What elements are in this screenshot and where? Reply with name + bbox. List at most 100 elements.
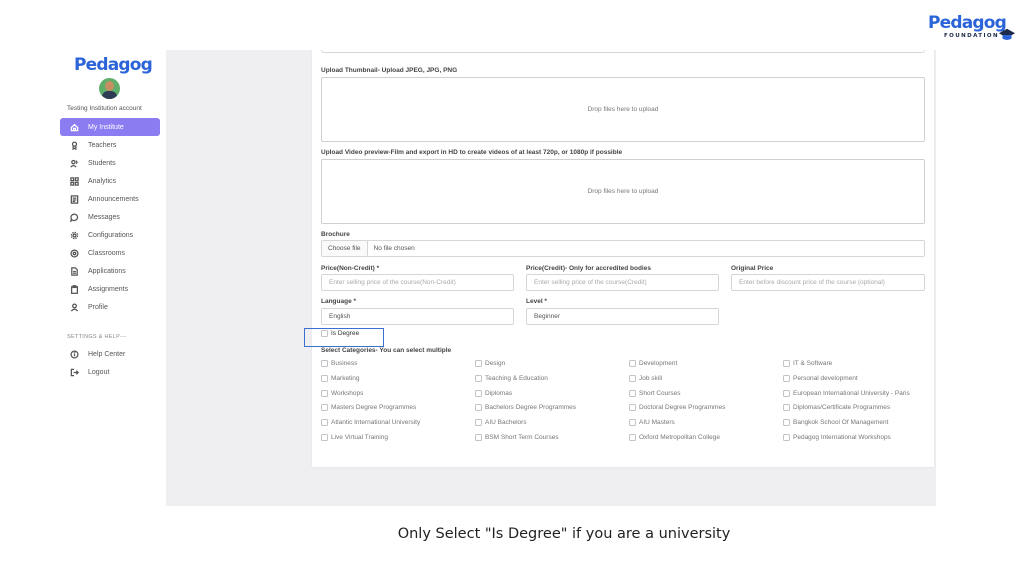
video-dropzone[interactable]: Drop files here to upload: [321, 159, 925, 224]
category-label: Masters Degree Programmes: [331, 404, 417, 412]
original-price-input[interactable]: Enter before discount price of the cours…: [731, 274, 925, 291]
language-label: Language *: [321, 298, 357, 305]
category-option[interactable]: Marketing: [321, 374, 360, 382]
price-credit-input[interactable]: Enter selling price of the course(Credit…: [526, 274, 719, 291]
thumbnail-dropzone[interactable]: Drop files here to upload: [321, 77, 925, 142]
graduation-cap-icon: [998, 28, 1016, 40]
category-option[interactable]: Workshops: [321, 389, 364, 397]
category-checkbox[interactable]: [629, 360, 636, 367]
category-checkbox[interactable]: [321, 434, 328, 441]
brochure-file-input[interactable]: Choose file No file chosen: [321, 240, 925, 257]
category-checkbox[interactable]: [475, 419, 482, 427]
sidebar-item-label: Analytics: [88, 177, 117, 185]
category-option[interactable]: Job skill: [629, 374, 662, 382]
category-checkbox[interactable]: [629, 434, 636, 441]
category-label: Business: [331, 360, 358, 367]
description-textarea[interactable]: [321, 50, 925, 53]
category-label: Doctoral Degree Programmes: [639, 404, 726, 412]
category-option[interactable]: Pedagog International Workshops: [783, 434, 891, 441]
category-checkbox[interactable]: [475, 434, 482, 441]
category-checkbox[interactable]: [783, 419, 790, 427]
category-option[interactable]: Diplomas: [475, 389, 512, 397]
sidebar-item-applications[interactable]: Applications: [60, 262, 160, 280]
category-option[interactable]: Teaching & Education: [475, 374, 548, 382]
sidebar-item-messages[interactable]: Messages: [60, 208, 160, 226]
category-checkbox[interactable]: [629, 404, 636, 412]
category-checkbox[interactable]: [475, 360, 482, 367]
category-option[interactable]: IT & Software: [783, 360, 832, 367]
category-checkbox[interactable]: [321, 389, 328, 397]
sidebar-item-announcements[interactable]: Announcements: [60, 190, 160, 208]
clipboard-icon: [66, 284, 82, 294]
category-checkbox[interactable]: [629, 374, 636, 382]
category-option[interactable]: Personal development: [783, 374, 858, 382]
brand-logo: Pedagog FOUNDATION: [928, 14, 1018, 48]
category-label: AIU Bachelors: [485, 419, 527, 427]
input-placeholder: Enter before discount price of the cours…: [739, 279, 885, 286]
category-checkbox[interactable]: [321, 404, 328, 412]
sidebar-item-analytics[interactable]: Analytics: [60, 172, 160, 190]
analytics-icon: [66, 176, 82, 186]
price-noncredit-label: Price(Non-Credit) *: [321, 265, 380, 272]
category-option[interactable]: Live Virtual Training: [321, 434, 388, 441]
category-checkbox[interactable]: [321, 419, 328, 427]
category-checkbox[interactable]: [783, 374, 790, 382]
announcement-icon: [66, 194, 82, 204]
category-checkbox[interactable]: [629, 389, 636, 397]
level-value: Beginner: [534, 313, 561, 320]
category-checkbox[interactable]: [475, 374, 482, 382]
category-checkbox[interactable]: [475, 389, 482, 397]
sidebar-item-label: Announcements: [88, 195, 139, 203]
category-label: Oxford Metropolitan College: [639, 434, 720, 441]
account-name: Testing Institution account: [67, 105, 142, 112]
sidebar-item-students[interactable]: Students: [60, 154, 160, 172]
avatar[interactable]: [99, 78, 120, 99]
category-option[interactable]: AIU Masters: [629, 419, 675, 427]
sidebar-item-my-institute[interactable]: My Institute: [60, 118, 160, 136]
category-checkbox[interactable]: [783, 404, 790, 412]
choose-file-button[interactable]: Choose file: [322, 241, 368, 256]
category-option[interactable]: AIU Bachelors: [475, 419, 527, 427]
category-option[interactable]: BSM Short Term Courses: [475, 434, 559, 441]
category-label: Design: [485, 360, 506, 367]
category-option[interactable]: Bachelors Degree Programmes: [475, 404, 577, 412]
category-checkbox[interactable]: [783, 360, 790, 367]
category-option[interactable]: Doctoral Degree Programmes: [629, 404, 726, 412]
sidebar-item-assignments[interactable]: Assignments: [60, 280, 160, 298]
price-noncredit-input[interactable]: Enter selling price of the course(Non-Cr…: [321, 274, 514, 291]
category-option[interactable]: Masters Degree Programmes: [321, 404, 417, 412]
category-option[interactable]: Design: [475, 360, 505, 367]
sidebar-item-help-center[interactable]: Help Center: [60, 345, 160, 363]
category-option[interactable]: Short Courses: [629, 389, 681, 397]
sidebar-item-logout[interactable]: Logout: [60, 363, 160, 381]
sidebar-item-classrooms[interactable]: Classrooms: [60, 244, 160, 262]
language-select[interactable]: English: [321, 308, 514, 325]
category-label: Workshops: [331, 389, 364, 397]
category-option[interactable]: Bangkok School Of Management: [783, 419, 889, 427]
category-checkbox[interactable]: [475, 404, 482, 412]
home-icon: [66, 123, 82, 132]
category-option[interactable]: Atlantic International University: [321, 419, 420, 427]
sidebar-item-profile[interactable]: Profile: [60, 298, 160, 316]
dropzone-text: Drop files here to upload: [587, 188, 659, 195]
sidebar-item-label: Teachers: [88, 141, 117, 149]
category-checkbox[interactable]: [321, 374, 328, 382]
classroom-icon: [66, 248, 82, 258]
category-label: Pedagog International Workshops: [793, 434, 891, 441]
category-option[interactable]: Business: [321, 360, 357, 367]
category-checkbox[interactable]: [783, 434, 790, 441]
category-option[interactable]: Diplomas/Certificate Programmes: [783, 404, 890, 412]
category-checkbox[interactable]: [321, 360, 328, 367]
category-checkbox[interactable]: [629, 419, 636, 427]
category-checkbox[interactable]: [783, 389, 790, 397]
level-select[interactable]: Beginner: [526, 308, 719, 325]
instruction-caption: Only Select "Is Degree" if you are a uni…: [397, 526, 731, 542]
category-option[interactable]: Development: [629, 360, 677, 367]
category-option[interactable]: Oxford Metropolitan College: [629, 434, 720, 441]
sidebar-item-teachers[interactable]: Teachers: [60, 136, 160, 154]
category-label: Bangkok School Of Management: [793, 419, 889, 427]
sidebar-item-configurations[interactable]: Configurations: [60, 226, 160, 244]
sidebar-item-label: My Institute: [88, 123, 124, 131]
category-label: Bachelors Degree Programmes: [485, 404, 577, 412]
category-option[interactable]: European International University - Pari…: [783, 389, 910, 397]
